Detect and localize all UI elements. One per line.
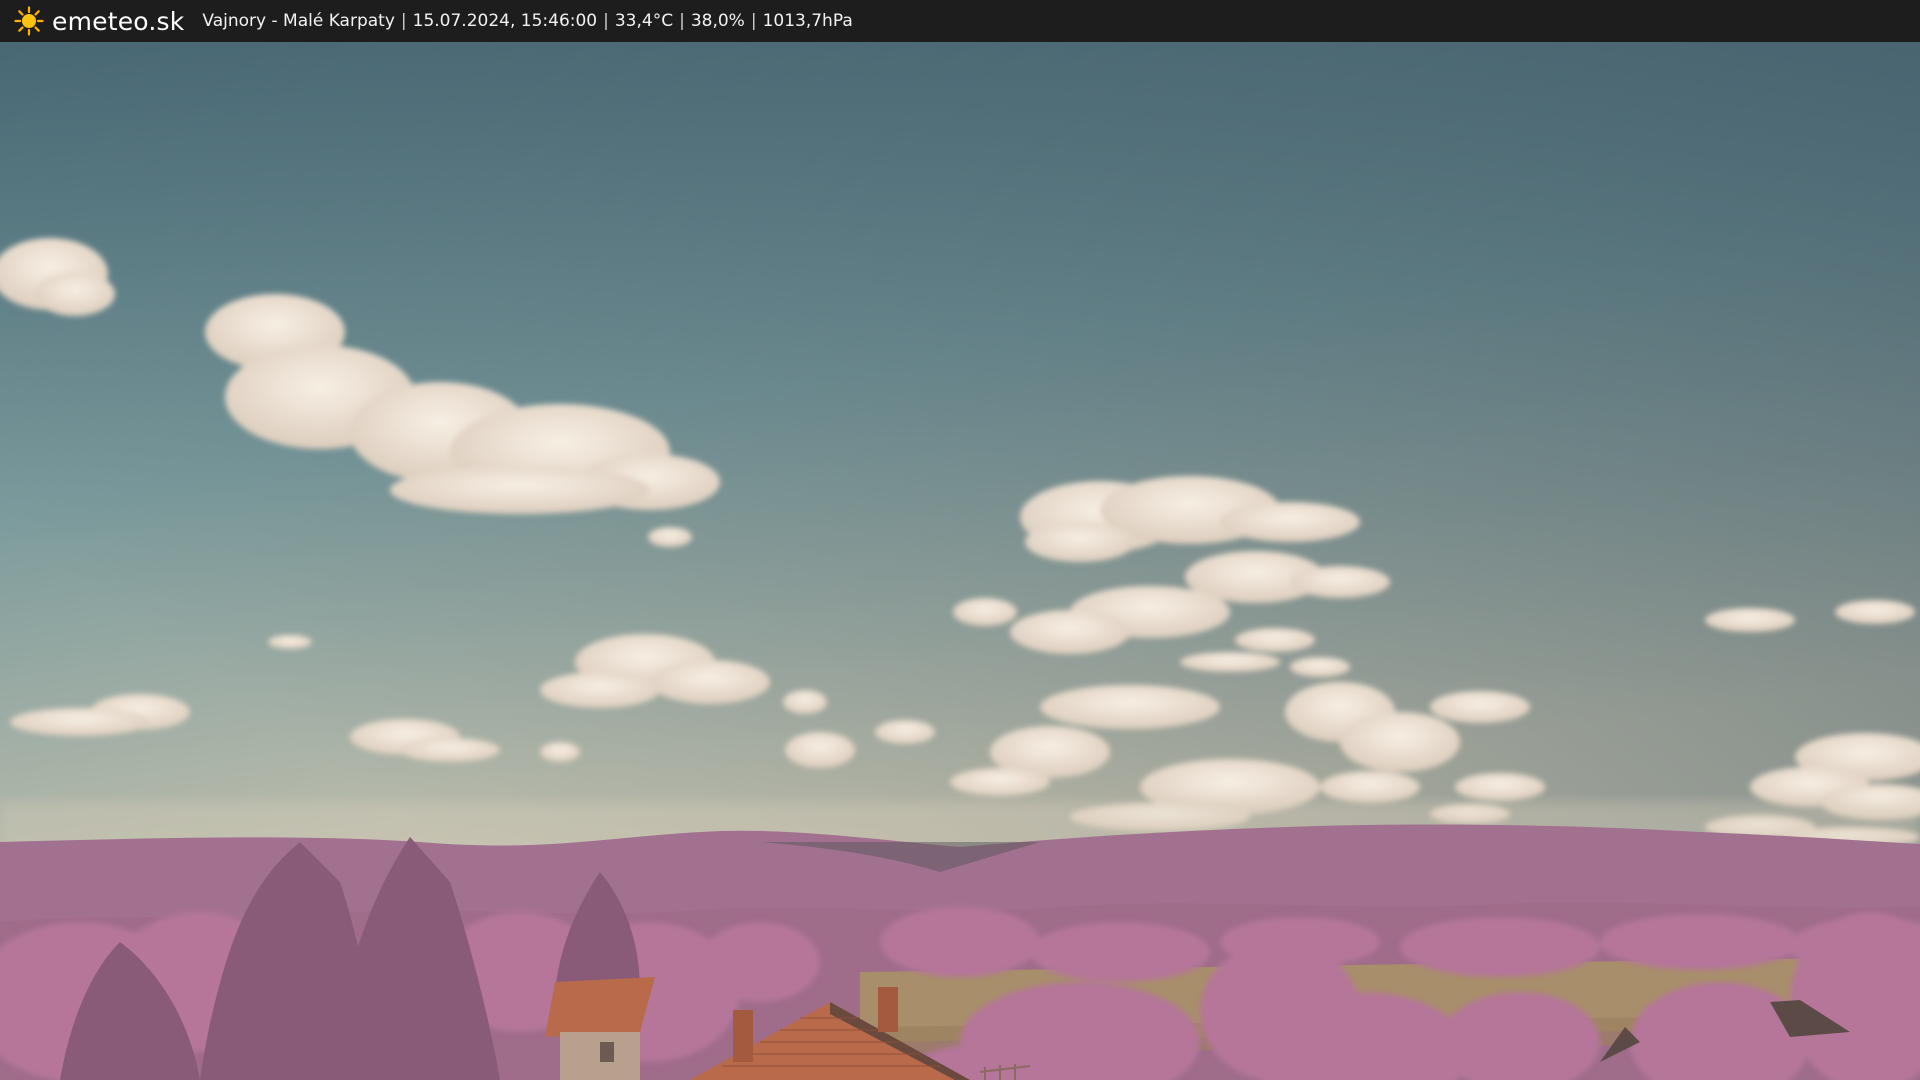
observation-datetime: 15.07.2024, 15:46:00	[412, 11, 598, 31]
separator: |	[679, 11, 685, 31]
brand-logo[interactable]: emeteo.sk	[14, 6, 184, 36]
humidity-value: 38,0%	[690, 11, 745, 31]
chimney-right	[878, 987, 898, 1032]
temperature-value: 33,4°C	[614, 11, 674, 31]
webcam-image	[0, 42, 1920, 1080]
sun-icon	[14, 6, 44, 36]
station-status: Vajnory - Malé Karpaty | 15.07.2024, 15:46…	[202, 11, 852, 31]
separator: |	[400, 11, 407, 31]
station-location: Vajnory - Malé Karpaty	[202, 11, 395, 31]
brand-name[interactable]: emeteo.sk	[52, 7, 184, 36]
pressure-value: 1013,7hPa	[762, 11, 853, 31]
house-left	[545, 977, 655, 1080]
webcam-scene	[0, 42, 1920, 1080]
separator: |	[750, 11, 757, 31]
top-bar: emeteo.sk Vajnory - Malé Karpaty | 15.07.2…	[0, 0, 1920, 42]
separator: |	[603, 11, 609, 31]
chimney-left	[733, 1010, 753, 1062]
